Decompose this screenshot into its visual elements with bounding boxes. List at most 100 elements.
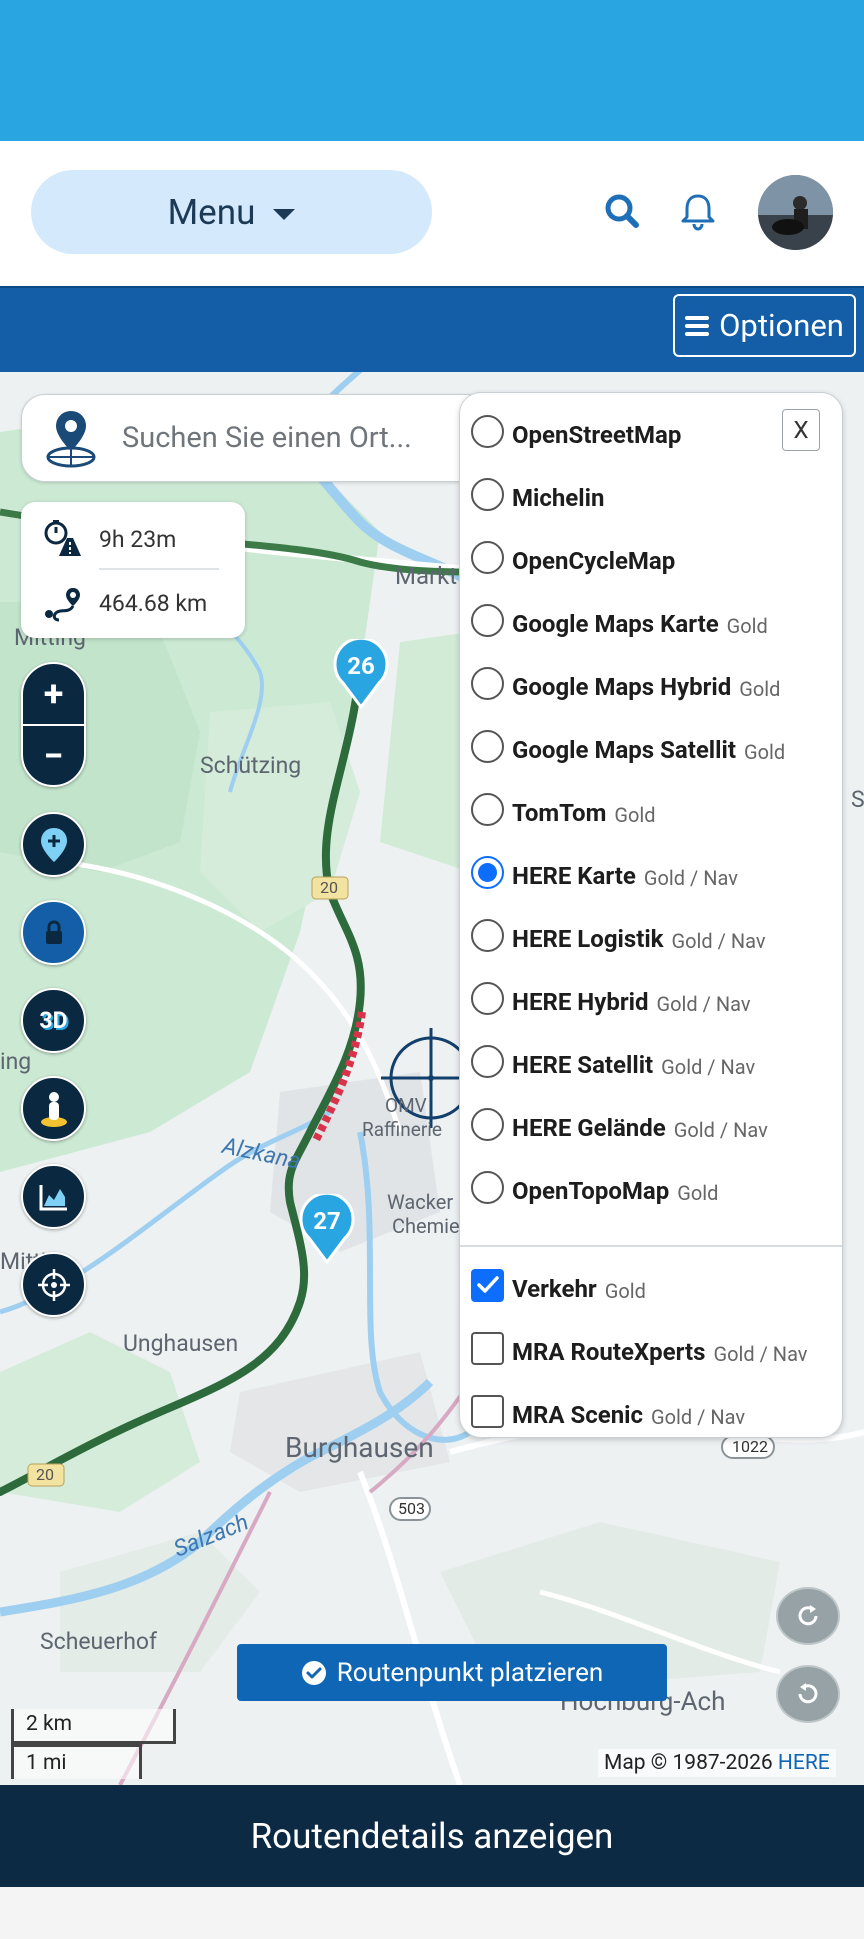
layer-name: HERE Karte [512, 862, 636, 890]
location-pin-icon[interactable] [44, 407, 98, 469]
layer-tier: Gold / Nav [673, 1118, 768, 1142]
radio-button[interactable] [471, 1107, 504, 1141]
street-view-button[interactable] [21, 1076, 86, 1141]
zoom-in-button[interactable]: + [23, 664, 84, 724]
trip-stats-card: 9h 23m 464.68 km [21, 502, 245, 638]
layer-tier: Gold / Nav [661, 1055, 756, 1079]
trip-distance: 464.68 km [99, 589, 208, 617]
layer-option-opencyclemap[interactable]: OpenCycleMap [471, 532, 683, 582]
marker-label: 26 [347, 652, 375, 680]
map-attribution: Map © 1987-2026 HERE [598, 1749, 836, 1777]
overlay-option-verkehr[interactable]: Verkehr Gold [471, 1260, 646, 1310]
checkbox[interactable] [471, 1394, 504, 1428]
overlay-option-mra-scenic[interactable]: MRA Scenic Gold / Nav [471, 1386, 745, 1436]
route-details-label: Routendetails anzeigen [250, 1815, 614, 1857]
status-bar [0, 0, 864, 141]
layer-option-google-maps-satellit[interactable]: Google Maps Satellit Gold [471, 721, 785, 771]
user-avatar[interactable] [758, 175, 833, 250]
radio-button-selected[interactable] [471, 855, 504, 889]
layer-option-google-maps-hybrid[interactable]: Google Maps Hybrid Gold [471, 658, 780, 708]
place-waypoint-button[interactable]: Routenpunkt platzieren [237, 1644, 667, 1701]
layer-option-here-hybrid[interactable]: HERE Hybrid Gold / Nav [471, 973, 751, 1023]
layer-name: HERE Logistik [512, 925, 664, 953]
bell-icon[interactable] [676, 189, 720, 233]
layer-name: HERE Gelände [512, 1114, 666, 1142]
close-layer-panel-button[interactable]: X [782, 409, 820, 451]
route-marker-26[interactable]: 26 [333, 636, 389, 710]
radio-button[interactable] [471, 729, 504, 763]
radio-button[interactable] [471, 1170, 504, 1204]
road-number: 503 [398, 1499, 425, 1518]
layer-name: Michelin [512, 484, 605, 512]
overlay-tier: Gold [604, 1279, 646, 1303]
add-waypoint-button[interactable] [21, 812, 86, 877]
overlay-tier: Gold / Nav [651, 1405, 746, 1429]
place-label: Markt [395, 562, 458, 590]
checkbox-checked[interactable] [471, 1268, 504, 1302]
radio-button[interactable] [471, 477, 504, 511]
undo-button[interactable] [776, 1665, 840, 1723]
radio-button[interactable] [471, 792, 504, 826]
layer-tier: Gold [726, 614, 768, 638]
radio-button[interactable] [471, 1044, 504, 1078]
radio-button[interactable] [471, 666, 504, 700]
layer-name: TomTom [512, 799, 607, 827]
route-marker-27[interactable]: 27 [299, 1191, 355, 1265]
caret-down-icon [273, 208, 296, 220]
stats-divider [99, 568, 219, 570]
layer-name: OpenTopoMap [512, 1177, 670, 1205]
overlay-name: MRA RouteXperts [512, 1338, 706, 1366]
radio-button[interactable] [471, 981, 504, 1015]
layer-option-openstreetmap[interactable]: OpenStreetMap [471, 406, 689, 456]
place-waypoint-label: Routenpunkt platzieren [336, 1657, 604, 1688]
layer-option-google-maps-karte[interactable]: Google Maps Karte Gold [471, 595, 768, 645]
options-label: Optionen [719, 307, 844, 344]
layer-option-here-logistik[interactable]: HERE Logistik Gold / Nav [471, 910, 766, 960]
place-label: Scheuerhof [40, 1628, 158, 1655]
locate-me-button[interactable] [21, 1252, 86, 1317]
layer-option-here-satellit[interactable]: HERE Satellit Gold / Nav [471, 1036, 755, 1086]
app-root: Menu Optionen Markt Schützing ing OMV Ra… [0, 0, 864, 1939]
checkbox[interactable] [471, 1331, 504, 1365]
layer-tier: Gold / Nav [656, 992, 751, 1016]
distance-route-icon [45, 588, 80, 622]
radio-button[interactable] [471, 540, 504, 574]
lock-map-button[interactable] [21, 900, 86, 965]
app-header: Menu [0, 141, 864, 286]
layer-name: Google Maps Karte [512, 610, 719, 638]
layer-name: Google Maps Hybrid [512, 673, 732, 701]
radio-button[interactable] [471, 918, 504, 952]
check-circle-icon [301, 1660, 326, 1685]
bottom-safe-area [0, 1887, 864, 1939]
layer-option-michelin[interactable]: Michelin [471, 469, 612, 519]
elevation-profile-button[interactable] [21, 1164, 86, 1229]
zoom-out-button[interactable]: − [23, 726, 84, 786]
route-details-button[interactable]: Routendetails anzeigen [0, 1785, 864, 1887]
layer-option-here-karte[interactable]: HERE Karte Gold / Nav [471, 847, 738, 897]
map-view[interactable]: Markt Mitting Schützing ing OMV Raffiner… [0, 372, 864, 1785]
search-input[interactable] [122, 421, 452, 455]
add-location-pin-icon [40, 827, 67, 862]
layer-name: OpenStreetMap [512, 421, 682, 449]
radio-button[interactable] [471, 414, 504, 448]
attribution-link[interactable]: HERE [778, 1751, 830, 1775]
menu-button[interactable]: Menu [31, 170, 432, 254]
map-layer-panel: X OpenStreetMap Michelin OpenCycleMap Go… [459, 392, 843, 1438]
layer-option-here-gelande[interactable]: HERE Gelände Gold / Nav [471, 1099, 768, 1149]
lock-icon [45, 919, 62, 944]
layer-tier: Gold [677, 1181, 719, 1205]
attribution-text: Map © 1987-2026 [604, 1751, 778, 1775]
layer-option-opentopomap[interactable]: OpenTopoMap Gold [471, 1162, 718, 1212]
options-button[interactable]: Optionen [673, 294, 856, 357]
3d-view-button[interactable]: 3D [21, 988, 86, 1053]
overlay-option-mra-routexperts[interactable]: MRA RouteXperts Gold / Nav [471, 1323, 808, 1373]
location-search [21, 394, 491, 482]
redo-button[interactable] [776, 1587, 840, 1645]
layer-tier: Gold / Nav [671, 929, 766, 953]
layer-option-tomtom[interactable]: TomTom Gold [471, 784, 656, 834]
search-icon[interactable] [600, 189, 644, 233]
place-label: Raffinerie [362, 1118, 442, 1141]
scale-km: 2 km [11, 1709, 176, 1744]
radio-button[interactable] [471, 603, 504, 637]
place-label: ing [0, 1048, 32, 1075]
